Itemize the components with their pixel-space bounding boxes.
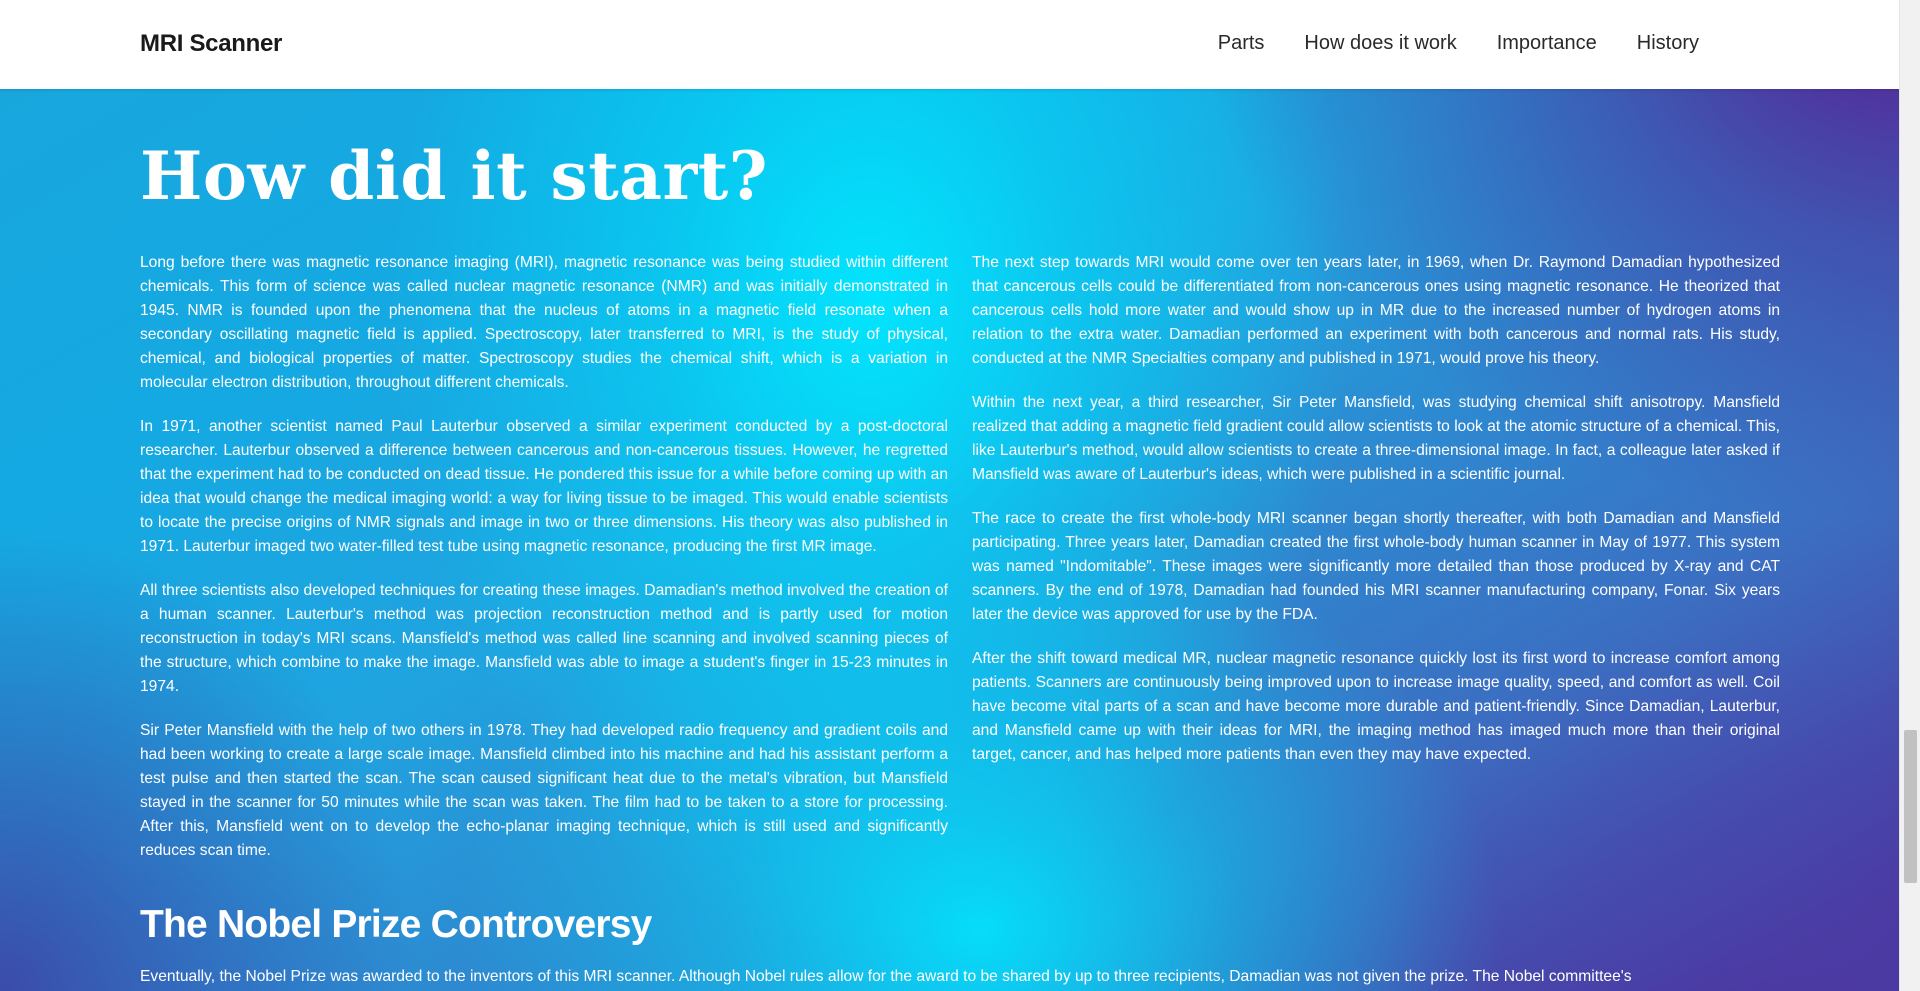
scrollbar-thumb[interactable] xyxy=(1904,730,1917,883)
paragraph-medical-mr: After the shift toward medical MR, nucle… xyxy=(972,650,1780,763)
left-column: Long before there was magnetic resonance… xyxy=(140,251,948,883)
nav-link-importance[interactable]: Importance xyxy=(1497,32,1597,55)
paragraph-damadian: The next step towards MRI would come ove… xyxy=(972,254,1780,367)
nav-link-how-does-it-work[interactable]: How does it work xyxy=(1304,32,1456,55)
paragraph-whole-body-race: The race to create the first whole-body … xyxy=(972,510,1780,623)
right-column: The next step towards MRI would come ove… xyxy=(972,251,1780,787)
paragraph-mansfield-scan: Sir Peter Mansfield with the help of two… xyxy=(140,722,948,859)
brand-logo-link[interactable]: MRI Scanner xyxy=(140,30,282,58)
top-navbar: MRI Scanner Parts How does it work Impor… xyxy=(0,0,1899,89)
nav-link-history[interactable]: History xyxy=(1637,32,1699,55)
section-title: How did it start? xyxy=(140,137,768,215)
paragraph-nmr-origins: Long before there was magnetic resonance… xyxy=(140,254,948,391)
paragraph-techniques: All three scientists also developed tech… xyxy=(140,582,948,695)
vertical-scrollbar[interactable] xyxy=(1899,0,1920,991)
page-background: MRI Scanner Parts How does it work Impor… xyxy=(0,0,1899,991)
nav-link-parts[interactable]: Parts xyxy=(1218,32,1265,55)
paragraph-mansfield-gradient: Within the next year, a third researcher… xyxy=(972,394,1780,483)
paragraph-lauterbur: In 1971, another scientist named Paul La… xyxy=(140,418,948,555)
paragraph-nobel-prize: Eventually, the Nobel Prize was awarded … xyxy=(140,968,1632,985)
nav-menu: Parts How does it work Importance Histor… xyxy=(1218,32,1699,55)
nobel-prize-heading: The Nobel Prize Controversy xyxy=(140,903,652,946)
